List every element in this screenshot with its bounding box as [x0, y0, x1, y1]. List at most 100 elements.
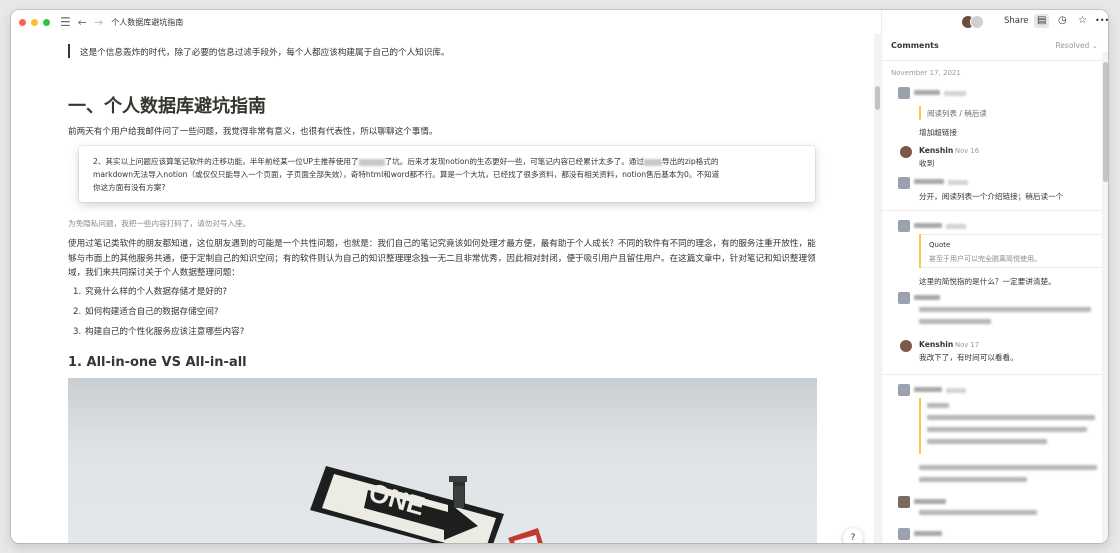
app-window: ☰ ← → 个人数据库避坑指南 这是个信息轰炸的时代，除了必要的信息过滤手段外，… [11, 10, 1108, 543]
history-clock-icon[interactable]: ◷ [1058, 14, 1067, 28]
comment-text: 这里的简悦指的是什么？一定要讲清楚。 [919, 277, 1056, 286]
comment-text: 增加超链接 [919, 128, 957, 137]
avatar [898, 292, 910, 304]
back-arrow-icon[interactable]: ← [78, 17, 87, 28]
quote-text: 甚至于用户可以完全脱离简悦使用。 [929, 255, 1041, 263]
highlight-bar [919, 106, 921, 120]
forward-arrow-icon[interactable]: → [94, 17, 103, 28]
thread-divider [882, 210, 1102, 211]
list-item-text: 构建自己的个性化服务应该注意哪些内容? [85, 327, 245, 337]
window-controls [19, 18, 50, 26]
redacted-comment [919, 510, 1037, 515]
numbered-list: 1. 究竟什么样的个人数据存储才是好的? 2. 如何构建适合自己的数据存储空间? 3… [73, 285, 244, 345]
list-number: 3. [73, 327, 82, 337]
redacted-time [948, 180, 968, 185]
favorite-star-icon[interactable]: ☆ [1078, 14, 1087, 28]
redacted-comment [919, 477, 1027, 482]
redacted-quote [927, 403, 949, 408]
card-line-3: 你这方面有没有方案? [93, 183, 166, 192]
share-button[interactable]: Share [1004, 16, 1029, 26]
list-number: 1. [73, 287, 82, 297]
highlighted-text: 阅读列表 / 稍后读 [927, 109, 987, 118]
redacted-quote [927, 439, 1047, 444]
avatar [970, 15, 984, 29]
avatar [898, 220, 910, 232]
redacted-comment [919, 307, 1091, 312]
redacted-time [944, 91, 966, 96]
thread-divider [882, 374, 1102, 375]
page-heading-2: 1. All-in-one VS All-in-all [68, 355, 247, 370]
avatar [898, 496, 910, 508]
card-line-1-part-c: 导出的zip格式的 [661, 157, 719, 166]
list-item-text: 如何构建适合自己的数据存储空间? [85, 307, 219, 317]
redacted-blur [358, 158, 385, 166]
redacted-username [914, 295, 940, 300]
divider [882, 60, 1102, 61]
highlight-bar [919, 398, 921, 454]
redacted-comment [919, 465, 1097, 470]
avatar [900, 340, 912, 352]
redacted-username [914, 531, 942, 536]
redacted-blur [643, 158, 662, 166]
comments-header: Comments [891, 41, 939, 50]
minimize-window-button[interactable] [31, 18, 38, 26]
avatar [898, 87, 910, 99]
street-sign-illustration: ONE [310, 466, 543, 543]
comment-text: 我改下了，有时间可以看看。 [919, 353, 1018, 362]
street-sign-photo: ONE [68, 378, 817, 543]
zoom-window-button[interactable] [43, 18, 50, 26]
collaborator-avatars[interactable] [961, 15, 985, 29]
document-scrollbar[interactable] [874, 34, 881, 543]
card-line-1: 2、其实以上问题应该算笔记软件的迁移功能，半年前经某一位UP主推荐使用了 了坑。后… [93, 155, 803, 168]
document-body: 这是个信息轰炸的时代，除了必要的信息过滤手段外，每个人都应该构建属于自己的个人知… [11, 34, 881, 543]
scrollbar-thumb[interactable] [1103, 62, 1108, 182]
avatar [898, 384, 910, 396]
avatar [898, 177, 910, 189]
comments-icon[interactable]: ▤ [1034, 14, 1050, 28]
redacted-time [946, 388, 966, 393]
redacted-comment [919, 319, 991, 324]
resolved-filter-dropdown[interactable]: Resolved ⌄ [1055, 41, 1098, 50]
quote-label: Quote [929, 241, 951, 249]
title-bar: ☰ ← → 个人数据库避坑指南 [11, 10, 881, 34]
avatar [900, 146, 912, 158]
comments-scrollbar[interactable] [1102, 52, 1108, 543]
redacted-username [914, 223, 942, 228]
more-options-icon[interactable]: ••• [1095, 14, 1108, 28]
panel-toolbar: Share ▤ ◷ ☆ ••• [882, 10, 1108, 34]
redacted-quote [927, 415, 1095, 420]
card-line-1-part-a: 2、其实以上问题应该算笔记软件的迁移功能，半年前经某一位UP主推荐使用了 [93, 157, 359, 166]
paragraph-2: 使用过笔记类软件的朋友都知道，这位朋友遇到的可能是一个共性问题，也就是：我们自己… [68, 239, 816, 278]
list-item: 1. 究竟什么样的个人数据存储才是好的? [73, 285, 244, 305]
list-item: 2. 如何构建适合自己的数据存储空间? [73, 305, 244, 325]
card-line-2: markdown无法导入notion（或仅仅只能导入一个页面，子页面全部失效），… [93, 170, 720, 179]
comment-time: Nov 16 [955, 147, 980, 155]
paragraph-1: 前两天有个用户给我邮件问了一些问题，我觉得非常有意义，也很有代表性，所以聊聊这个… [68, 127, 438, 137]
redacted-username [914, 499, 946, 504]
breadcrumb-page-title[interactable]: 个人数据库避坑指南 [111, 17, 183, 28]
privacy-note: 为免隐私问题，我把一些内容打码了，请勿对号入座。 [68, 219, 251, 228]
comment-author: Kenshin [919, 146, 954, 155]
page-heading-1: 一、个人数据库避坑指南 [68, 96, 266, 117]
intro-quote-text: 这是个信息轰炸的时代，除了必要的信息过滤手段外，每个人都应该构建属于自己的个人知… [80, 48, 450, 58]
redacted-username [914, 179, 944, 184]
redacted-username [914, 90, 940, 95]
card-line-1-part-b: 了坑。后来才发现notion的生态更好一些，可笔记内容已经累计太多了。通过 [384, 157, 644, 166]
redacted-time [946, 224, 966, 229]
sidebar-menu-icon[interactable]: ☰ [60, 16, 71, 28]
comment-author: Kenshin [919, 340, 954, 349]
list-item-text: 究竟什么样的个人数据存储才是好的? [85, 287, 228, 297]
quote-bar [68, 44, 70, 58]
close-window-button[interactable] [19, 18, 26, 26]
comment-date: November 17, 2021 [891, 69, 961, 77]
help-button[interactable]: ? [843, 528, 863, 543]
highlight-bar [919, 234, 921, 268]
list-item: 3. 构建自己的个性化服务应该注意哪些内容? [73, 325, 244, 345]
avatar [898, 528, 910, 540]
comments-panel: Share ▤ ◷ ☆ ••• Comments Resolved ⌄ Nove… [881, 10, 1108, 543]
comment-text: 分开，阅读列表一个介绍链接；稍后读一个 [919, 192, 1064, 201]
redacted-username [914, 387, 942, 392]
comment-time: Nov 17 [955, 341, 980, 349]
comment-text: 收到 [919, 159, 935, 168]
scrollbar-thumb[interactable] [875, 86, 880, 110]
